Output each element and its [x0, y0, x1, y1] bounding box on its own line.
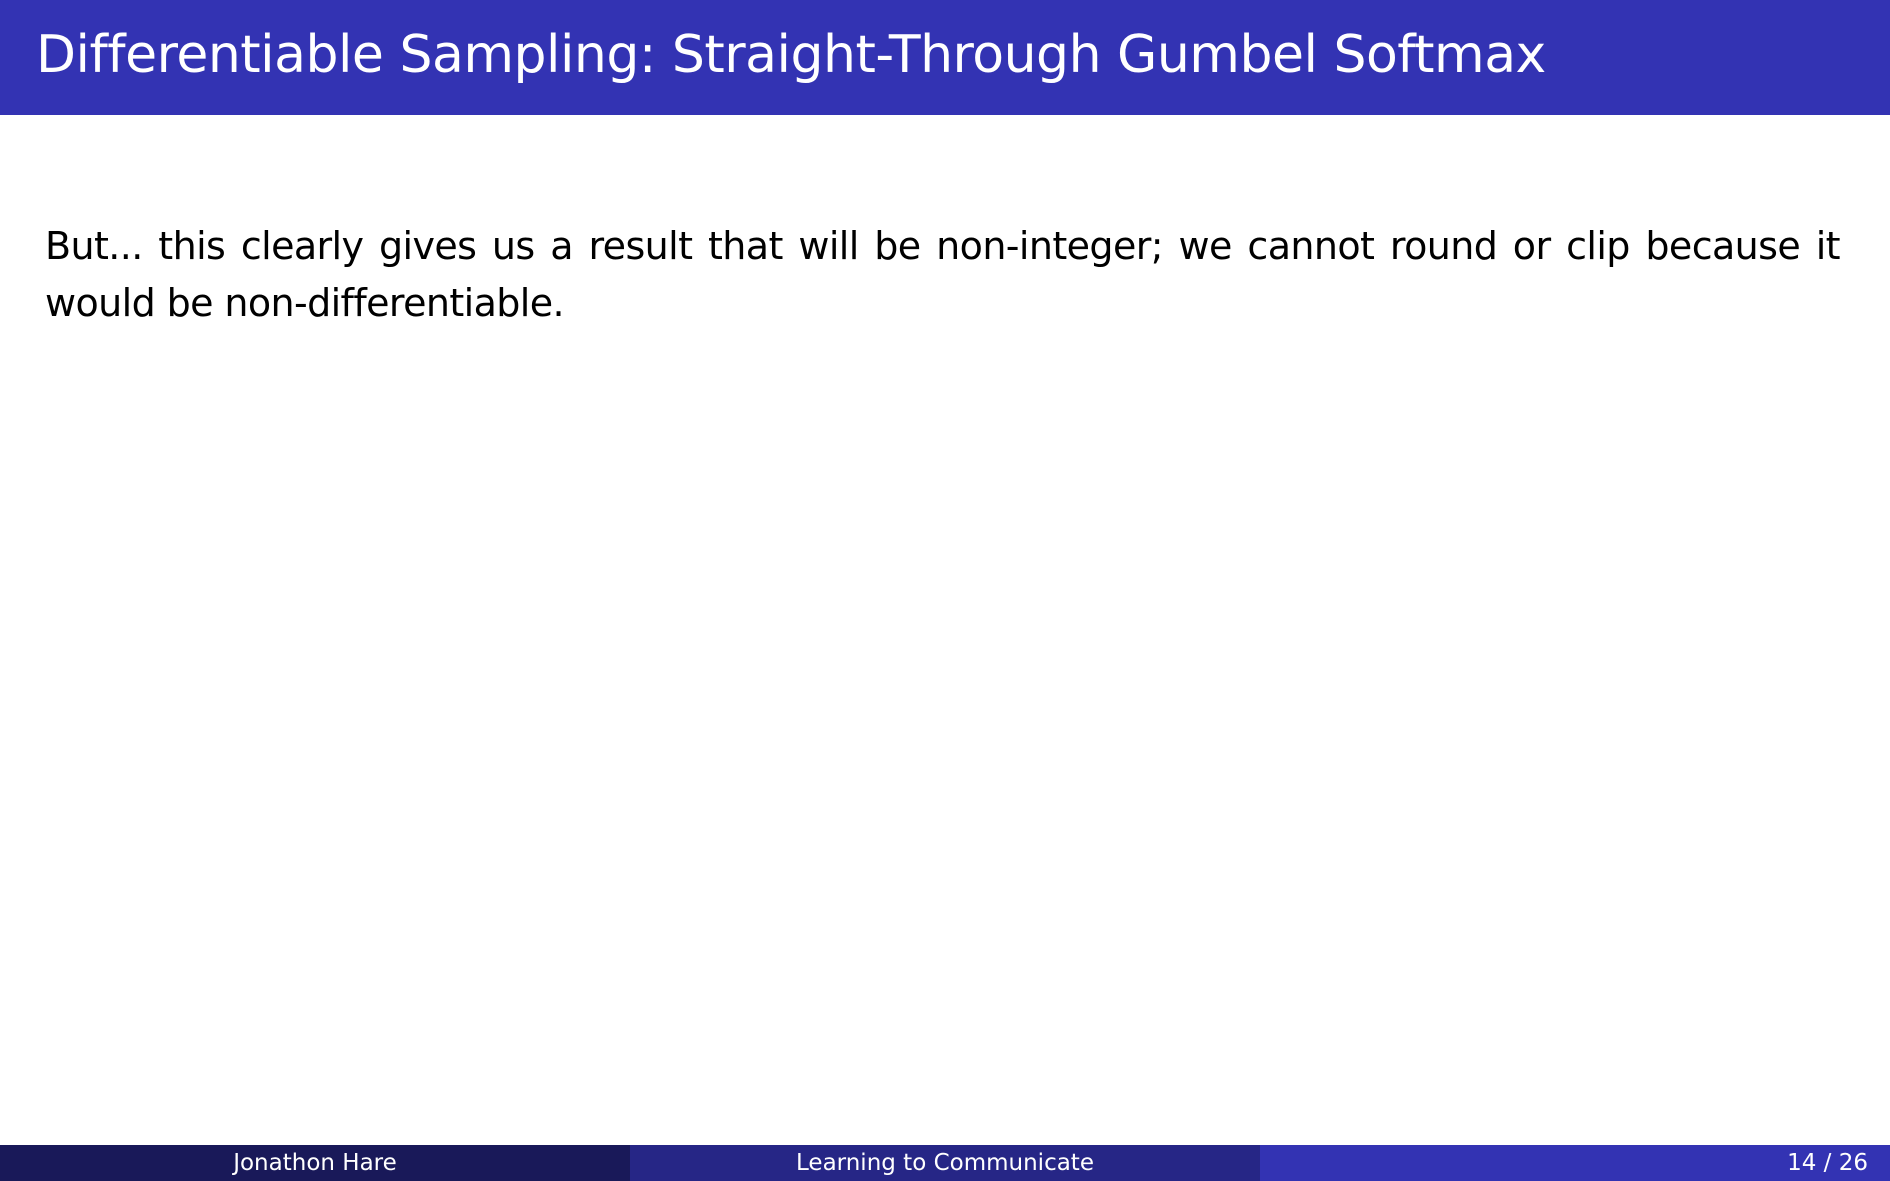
- slide-title: Differentiable Sampling: Straight-Throug…: [36, 24, 1546, 85]
- title-bar: Differentiable Sampling: Straight-Throug…: [0, 0, 1890, 115]
- slide: Differentiable Sampling: Straight-Throug…: [0, 0, 1890, 1181]
- footer-author: Jonathon Hare: [0, 1145, 630, 1181]
- footer-talk-title: Learning to Communicate: [630, 1145, 1260, 1181]
- slide-body-text: But... this clearly gives us a result th…: [45, 224, 1841, 325]
- footer: Jonathon Hare Learning to Communicate 14…: [0, 1145, 1890, 1181]
- footer-page-number: 14 / 26: [1260, 1145, 1890, 1181]
